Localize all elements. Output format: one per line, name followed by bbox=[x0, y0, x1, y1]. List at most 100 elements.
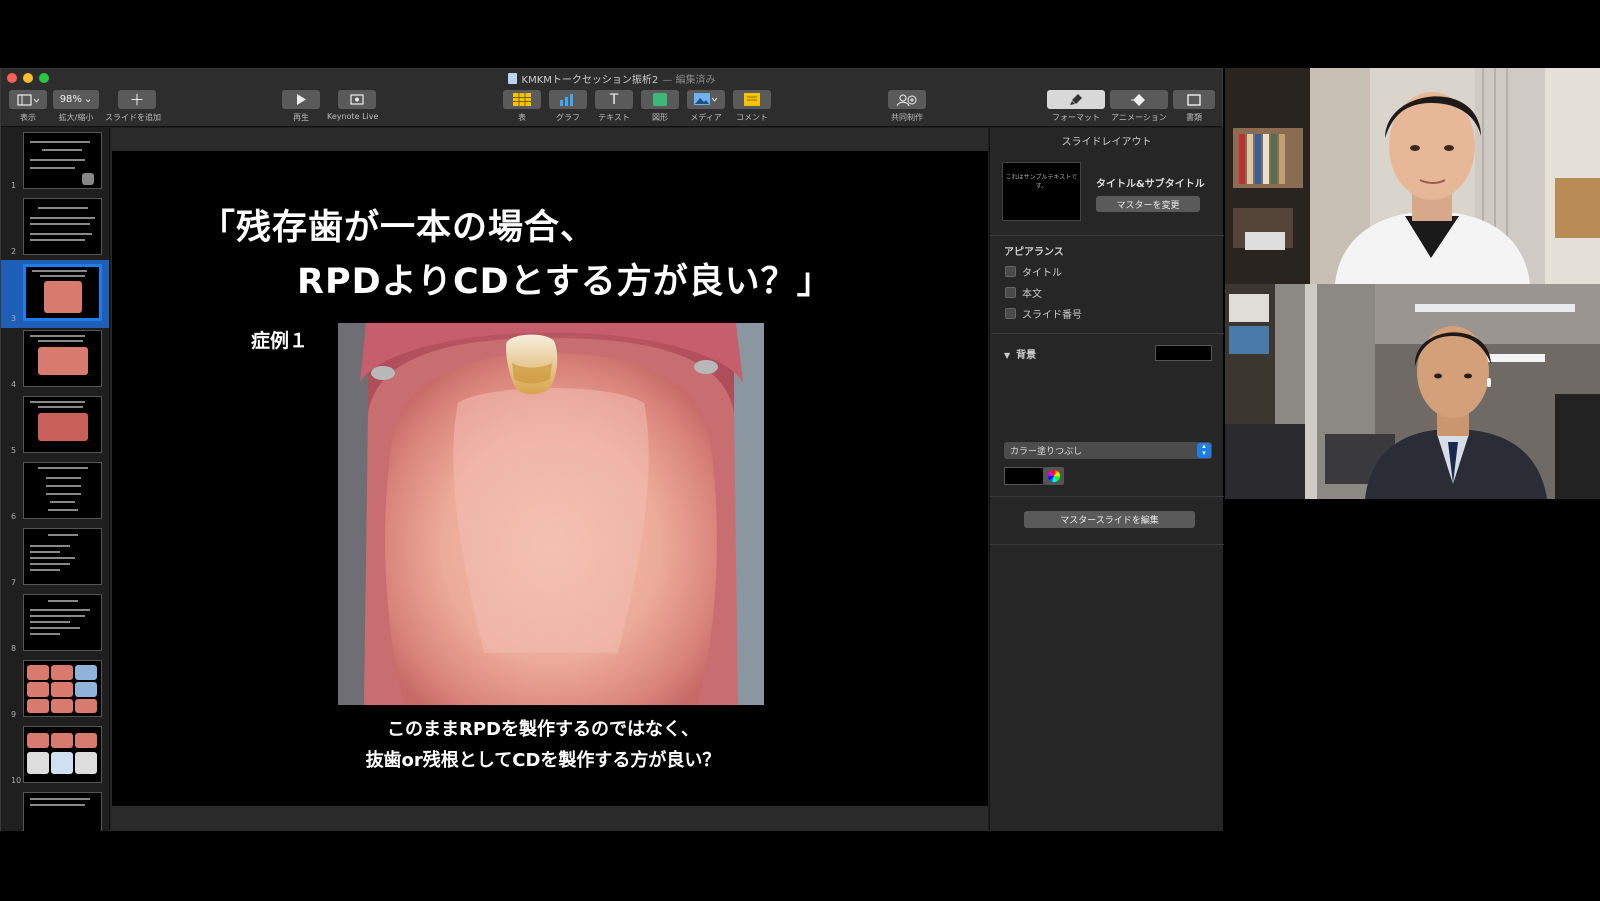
document-setup-icon bbox=[1187, 93, 1201, 106]
shape-control[interactable]: 図形 bbox=[641, 90, 679, 123]
keynote-live-label: Keynote Live bbox=[327, 112, 379, 121]
animate-label: アニメーション bbox=[1111, 113, 1167, 122]
maxillary-arch-image bbox=[338, 323, 764, 705]
color-wheel-button[interactable] bbox=[1044, 467, 1064, 485]
table-label: 表 bbox=[518, 113, 526, 122]
chart-icon bbox=[560, 94, 573, 106]
video-participant-1 bbox=[1225, 68, 1600, 284]
fill-color-well[interactable] bbox=[1004, 467, 1044, 485]
slide-case-label[interactable]: 症例１ bbox=[251, 326, 308, 353]
slide-thumbnail-11[interactable] bbox=[23, 792, 102, 831]
select-arrows-icon: ▴ ▾ bbox=[1197, 443, 1211, 458]
appearance-title-checkbox[interactable]: タイトル bbox=[1005, 264, 1062, 279]
checkbox-label: スライド番号 bbox=[1022, 310, 1082, 321]
slide-thumbnail-8[interactable] bbox=[23, 594, 102, 651]
media-icon bbox=[694, 93, 718, 105]
table-control[interactable]: 表 bbox=[503, 90, 541, 123]
layout-name: タイトル&サブタイトル bbox=[1096, 179, 1205, 190]
view-icon bbox=[17, 93, 39, 106]
keynote-live-button[interactable] bbox=[337, 90, 376, 109]
slide-thumbnail-10[interactable] bbox=[23, 726, 102, 783]
play-label: 再生 bbox=[293, 113, 309, 122]
inspector-header: スライドレイアウト bbox=[1061, 137, 1152, 148]
toolbar: 表示 98% ⌄ 拡大/縮小 ＋ スライドを追加 再生 Keynote Live… bbox=[1, 87, 1222, 127]
animate-control[interactable]: アニメーション bbox=[1110, 90, 1168, 123]
checkbox[interactable] bbox=[1005, 308, 1016, 319]
divider bbox=[990, 496, 1224, 497]
animate-button[interactable] bbox=[1110, 90, 1168, 109]
slide-number: 7 bbox=[11, 578, 17, 587]
chart-button[interactable] bbox=[549, 90, 587, 109]
change-master-button[interactable]: マスターを変更 bbox=[1096, 196, 1200, 212]
view-control[interactable]: 表示 bbox=[9, 90, 47, 123]
slide-title-line-1[interactable]: 「残存歯が一本の場合、 bbox=[200, 199, 596, 250]
plus-icon: ＋ bbox=[129, 91, 145, 109]
zoom-value: 98% bbox=[59, 94, 82, 105]
add-slide-button[interactable]: ＋ bbox=[118, 90, 156, 109]
comment-button[interactable] bbox=[733, 90, 771, 109]
shape-icon bbox=[653, 93, 667, 106]
zoom-control[interactable]: 98% ⌄ 拡大/縮小 bbox=[53, 90, 99, 123]
close-window-button[interactable] bbox=[7, 73, 17, 83]
zoom-select[interactable]: 98% ⌄ bbox=[53, 90, 99, 109]
play-control[interactable]: 再生 bbox=[282, 90, 320, 123]
slide-thumbnail-9[interactable] bbox=[23, 660, 102, 717]
disclosure-triangle-icon[interactable]: ▼ bbox=[1004, 351, 1010, 360]
appearance-body-checkbox[interactable]: 本文 bbox=[1005, 285, 1042, 300]
document-control[interactable]: 書類 bbox=[1173, 90, 1215, 123]
slide-number: 4 bbox=[11, 380, 17, 389]
media-button[interactable] bbox=[687, 90, 725, 109]
slide-thumbnail-7[interactable] bbox=[23, 528, 102, 585]
slide-thumbnail-5[interactable] bbox=[23, 396, 102, 453]
text-button[interactable]: T bbox=[595, 90, 633, 109]
slide-number: 10 bbox=[11, 776, 22, 785]
intraoral-photo[interactable] bbox=[338, 323, 764, 705]
collaborate-button[interactable] bbox=[888, 90, 926, 109]
add-slide-control[interactable]: ＋ スライドを追加 bbox=[105, 90, 161, 123]
slide-thumbnail-3[interactable] bbox=[23, 264, 102, 321]
comment-control[interactable]: コメント bbox=[733, 90, 771, 123]
chart-control[interactable]: グラフ bbox=[549, 90, 587, 123]
participant-2-video bbox=[1225, 284, 1600, 499]
media-label: メディア bbox=[690, 113, 722, 122]
shape-label: 図形 bbox=[652, 113, 668, 122]
slide-thumbnail-2[interactable] bbox=[23, 198, 102, 255]
text-icon: T bbox=[609, 91, 619, 108]
checkbox[interactable] bbox=[1005, 266, 1016, 277]
slide-caption[interactable]: このままRPDを製作するのではなく、 抜歯or残根としてCDを製作する方が良い？ bbox=[112, 714, 974, 776]
divider bbox=[990, 333, 1224, 334]
keynote-live-control[interactable]: Keynote Live bbox=[327, 90, 378, 121]
format-button[interactable] bbox=[1047, 90, 1105, 109]
window-edit-status: — 編集済み bbox=[662, 74, 716, 86]
current-slide[interactable]: 「残存歯が一本の場合、 RPDよりCDとする方が良い？」 症例１ このままRPD… bbox=[112, 151, 988, 806]
media-control[interactable]: メディア bbox=[687, 90, 725, 123]
zoom-window-button[interactable] bbox=[39, 73, 49, 83]
keynote-window: KMKMトークセッション振析2 — 編集済み 表示 98% ⌄ 拡大/縮小 ＋ … bbox=[0, 68, 1224, 831]
slide-number: 2 bbox=[11, 247, 17, 256]
checkbox[interactable] bbox=[1005, 287, 1016, 298]
slide-number: 5 bbox=[11, 446, 17, 455]
slide-thumbnail-6[interactable] bbox=[23, 462, 102, 519]
text-control[interactable]: T テキスト bbox=[595, 90, 633, 123]
document-button[interactable] bbox=[1173, 90, 1215, 109]
add-slide-label: スライドを追加 bbox=[105, 113, 161, 122]
table-button[interactable] bbox=[503, 90, 541, 109]
slide-title-line-2[interactable]: RPDよりCDとする方が良い？」 bbox=[297, 253, 833, 304]
format-control[interactable]: フォーマット bbox=[1047, 90, 1105, 123]
background-color-well[interactable] bbox=[1155, 345, 1212, 361]
collaborate-control[interactable]: 共同制作 bbox=[888, 90, 926, 123]
shape-button[interactable] bbox=[641, 90, 679, 109]
slide-navigator: 1 2 3 4 5 6 7 8 9 10 bbox=[1, 128, 110, 831]
layout-thumbnail[interactable]: これはサンプルテキストです。 bbox=[1002, 162, 1081, 221]
background-section[interactable]: ▼ 背景 bbox=[1004, 346, 1036, 361]
slide-thumbnail-1[interactable] bbox=[23, 132, 102, 189]
slide-thumbnail-4[interactable] bbox=[23, 330, 102, 387]
view-menu-button[interactable] bbox=[9, 90, 47, 109]
zoom-label: 拡大/縮小 bbox=[58, 113, 94, 122]
minimize-window-button[interactable] bbox=[23, 73, 33, 83]
video-participant-2 bbox=[1225, 284, 1600, 499]
appearance-slide-number-checkbox[interactable]: スライド番号 bbox=[1005, 306, 1082, 321]
fill-type-select[interactable]: カラー塗りつぶし ▴ ▾ bbox=[1004, 442, 1212, 459]
play-button[interactable] bbox=[282, 90, 320, 109]
edit-master-slide-button[interactable]: マスタースライドを編集 bbox=[1024, 511, 1195, 528]
